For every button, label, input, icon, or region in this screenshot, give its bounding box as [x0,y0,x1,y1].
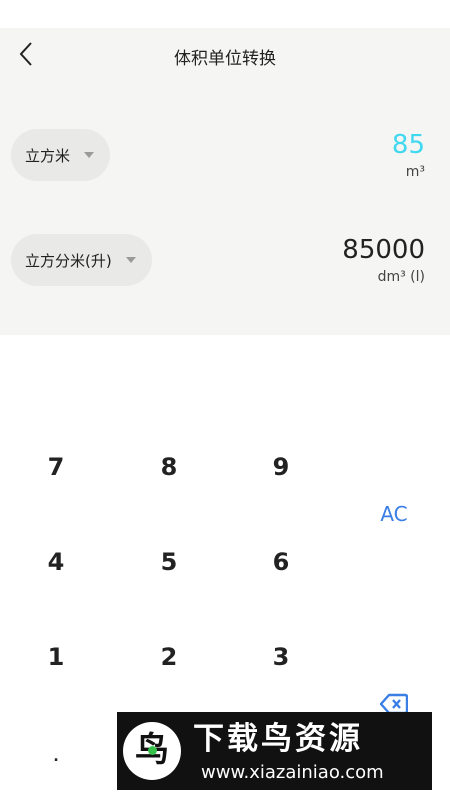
from-value[interactable]: 85 [392,130,425,160]
key-9[interactable]: 9 [251,437,311,497]
key-5[interactable]: 5 [139,532,199,592]
to-unit-select[interactable]: 立方分米(升) [11,234,152,286]
header-bar: 体积单位转换 [0,28,450,80]
converter-panel: 立方米 85 m³ 立方分米(升) 85000 dm³ (l) [0,80,450,335]
clear-all-button[interactable]: AC [364,484,424,544]
from-dropdown-caret-icon [84,152,95,158]
watermark-logo-dot [148,746,157,755]
key-decimal[interactable]: . [26,727,86,787]
from-unit-select[interactable]: 立方米 [11,129,111,181]
to-dropdown-caret-icon [125,257,136,263]
watermark-url: www.xiazainiao.com [201,762,384,783]
key-8[interactable]: 8 [139,437,199,497]
key-4[interactable]: 4 [26,532,86,592]
watermark-title: 下载鸟资源 [193,721,363,757]
to-unit-symbol: dm³ (l) [377,269,425,285]
key-7[interactable]: 7 [26,437,86,497]
watermark-banner: 鸟 下载鸟资源 www.xiazainiao.com [117,712,432,790]
key-2[interactable]: 2 [139,627,199,687]
from-unit-label: 立方米 [25,146,71,165]
key-6[interactable]: 6 [251,532,311,592]
from-unit-symbol: m³ [405,164,425,180]
to-value[interactable]: 85000 [342,235,425,265]
watermark-logo-icon: 鸟 [123,722,181,780]
page-title: 体积单位转换 [174,49,276,69]
key-1[interactable]: 1 [26,627,86,687]
to-unit-label: 立方分米(升) [25,251,112,270]
key-3[interactable]: 3 [251,627,311,687]
